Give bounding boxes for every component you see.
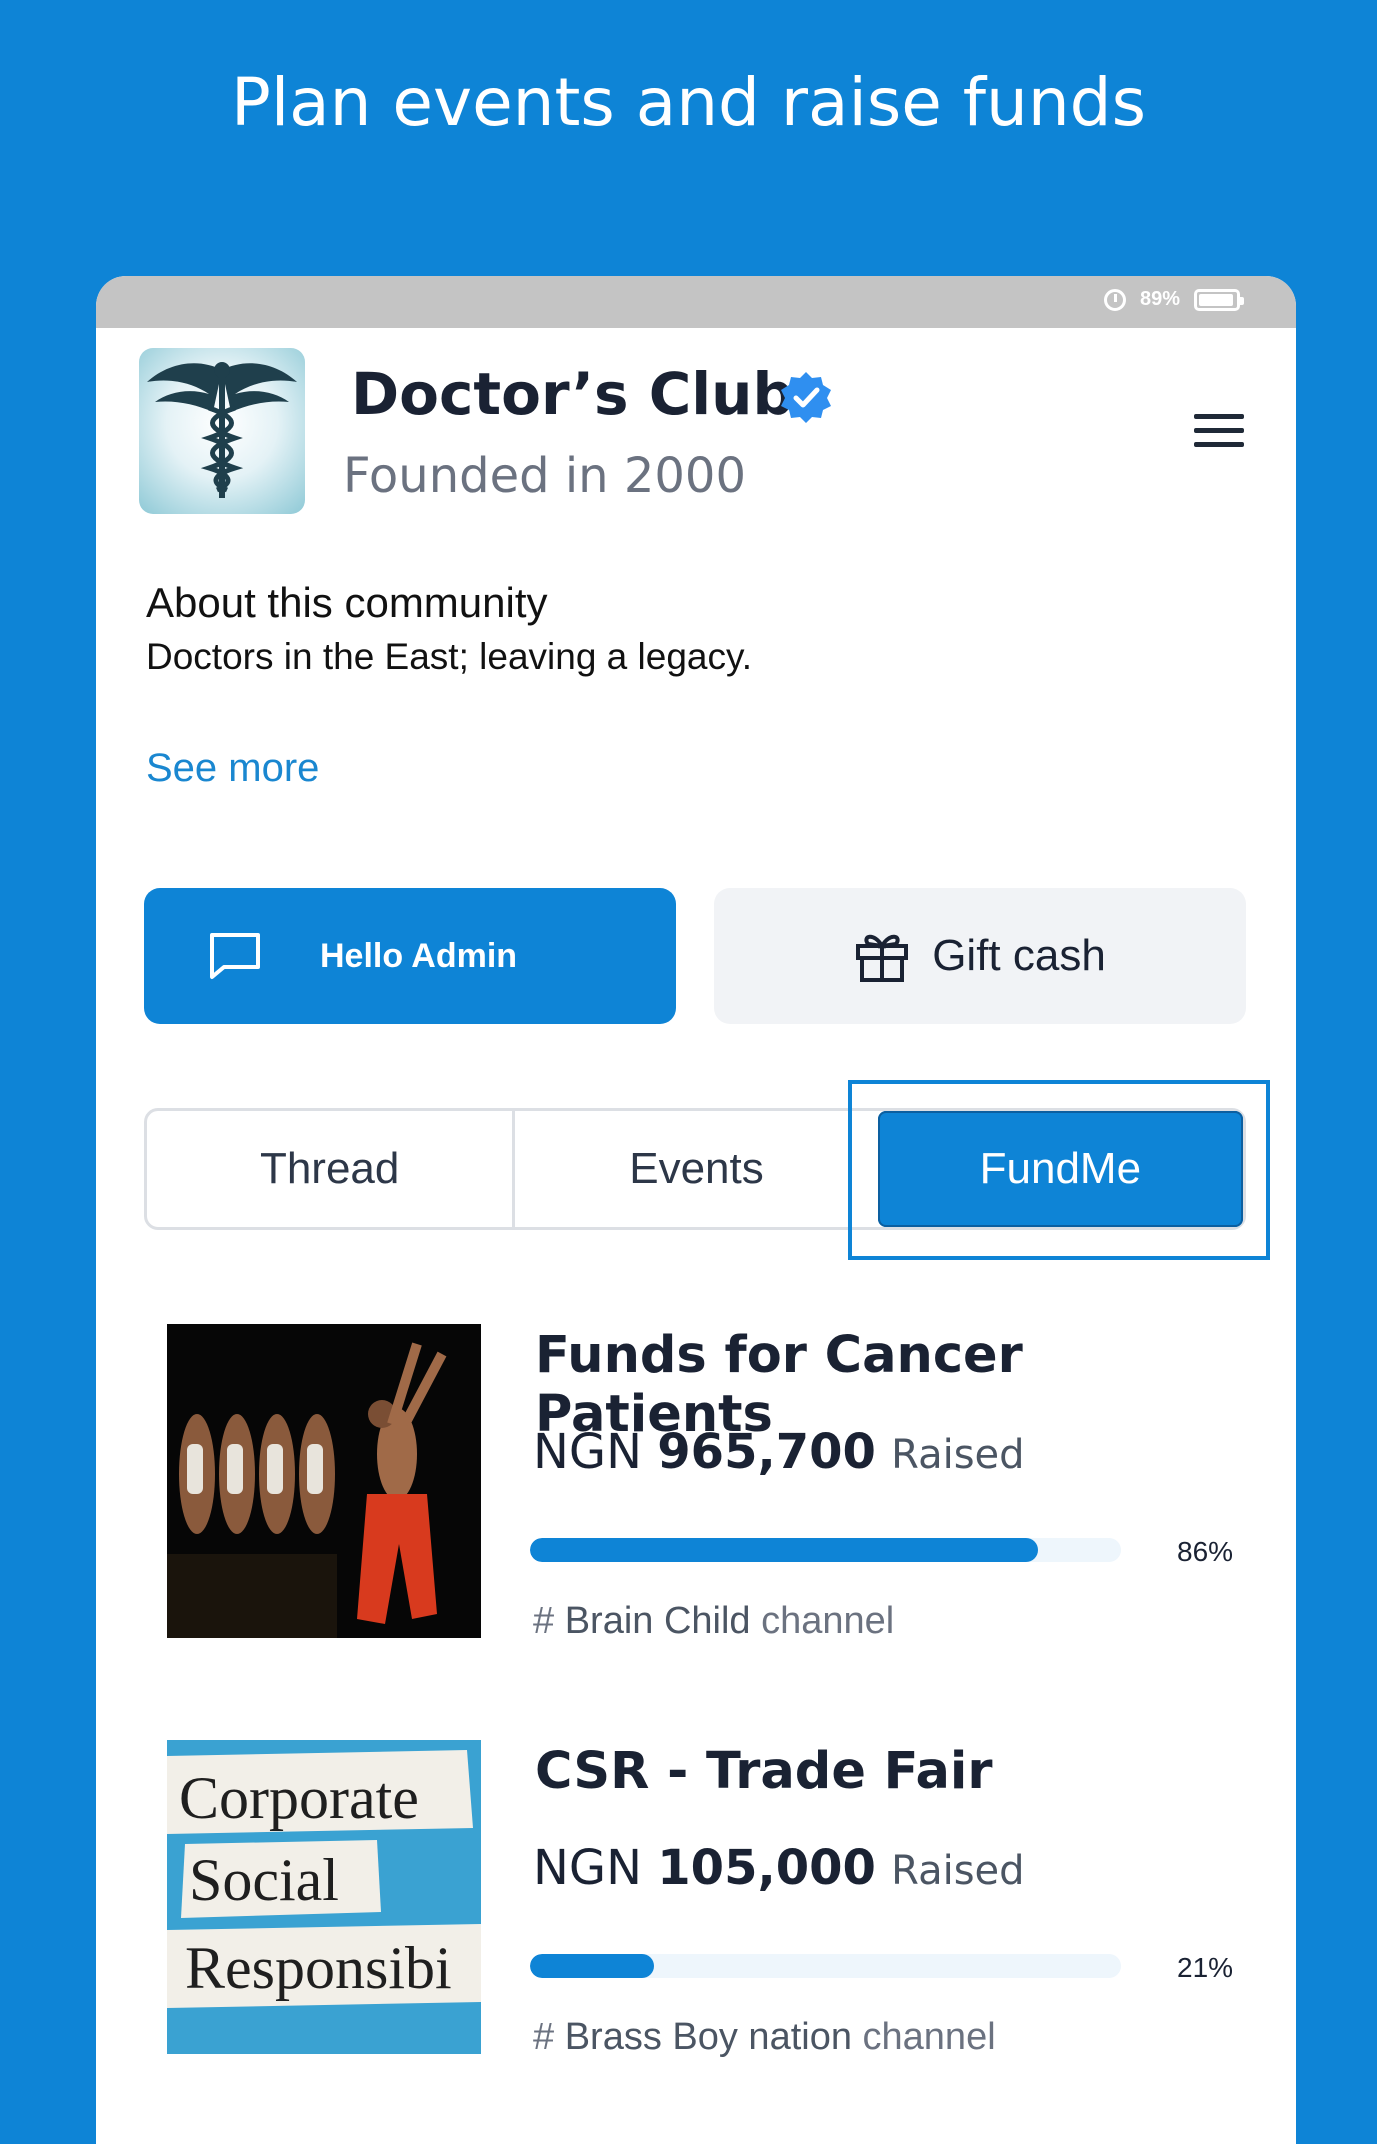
csr-image: Corporate Social Responsibi [167, 1740, 481, 2054]
app-screen: 89% Doctor’s Club Founded in 2000 About … [96, 276, 1296, 2144]
csr-word-1: Corporate [179, 1765, 419, 1831]
channel-name: Brass Boy nation [564, 2016, 852, 2058]
progress-percent: 21% [1177, 1952, 1234, 1983]
tab-thread[interactable]: Thread [147, 1111, 512, 1227]
founded-text: Founded in 2000 [343, 448, 747, 504]
verified-badge-icon [781, 372, 831, 423]
currency-label: NGN [533, 1424, 643, 1480]
campaign-raised: NGN 105,000 Raised [533, 1840, 1025, 1896]
raised-word: Raised [891, 1432, 1025, 1478]
about-title: About this community [146, 579, 548, 626]
raised-amount: 965,700 [657, 1424, 876, 1480]
status-indicators: 89% [1103, 288, 1244, 311]
progress-bar [530, 1538, 1121, 1562]
gift-cash-label: Gift cash [932, 931, 1106, 980]
status-bar: 89% [96, 276, 1296, 328]
raised-amount: 105,000 [657, 1840, 876, 1896]
caduceus-icon [147, 362, 297, 498]
campaign-title: CSR - Trade Fair [535, 1742, 993, 1801]
headline: Plan events and raise funds [231, 64, 1146, 141]
dancers-image [167, 1324, 481, 1638]
campaign-channel[interactable]: # Brain Child channel [533, 1600, 894, 1643]
alarm-icon [1103, 288, 1126, 311]
hello-admin-label: Hello Admin [320, 936, 518, 975]
currency-label: NGN [533, 1840, 643, 1896]
campaign-card[interactable]: Funds for Cancer Patients NGN 965,700 Ra… [167, 1324, 1247, 1644]
campaign-channel[interactable]: # Brass Boy nation channel [533, 2016, 996, 2059]
gift-icon [856, 934, 909, 982]
about-text: Doctors in the East; leaving a legacy. [146, 636, 753, 677]
hash-symbol: # [533, 1600, 555, 1642]
progress-fill [530, 1954, 655, 1978]
tab-fundme[interactable]: FundMe [877, 1111, 1243, 1227]
club-header: Doctor’s Club Founded in 2000 [139, 348, 1254, 518]
progress-percent: 86% [1177, 1536, 1234, 1567]
progress-fill [530, 1538, 1039, 1562]
tab-events[interactable]: Events [512, 1111, 877, 1227]
battery-icon [1194, 288, 1244, 311]
battery-percent: 89% [1139, 288, 1180, 310]
channel-suffix: channel [761, 1600, 895, 1642]
club-logo [139, 348, 305, 514]
hamburger-menu-icon[interactable] [1194, 414, 1244, 450]
hash-symbol: # [533, 2016, 555, 2058]
campaign-card[interactable]: Corporate Social Responsibi CSR - Trade … [167, 1740, 1247, 2060]
campaign-image [167, 1324, 481, 1638]
progress-bar [530, 1954, 1121, 1978]
gift-cash-button[interactable]: Gift cash [714, 888, 1246, 1024]
campaign-raised: NGN 965,700 Raised [533, 1424, 1025, 1480]
hello-admin-button[interactable]: Hello Admin [144, 888, 676, 1024]
campaign-image: Corporate Social Responsibi [167, 1740, 481, 2054]
csr-word-3: Responsibi [185, 1935, 452, 2001]
raised-word: Raised [891, 1848, 1025, 1894]
section-tabs: Thread Events FundMe [144, 1108, 1246, 1230]
chat-icon [210, 933, 260, 979]
see-more-link[interactable]: See more [146, 746, 319, 791]
csr-word-2: Social [189, 1847, 339, 1913]
club-name: Doctor’s Club [351, 360, 794, 428]
channel-suffix: channel [862, 2016, 996, 2058]
channel-name: Brain Child [564, 1600, 751, 1642]
